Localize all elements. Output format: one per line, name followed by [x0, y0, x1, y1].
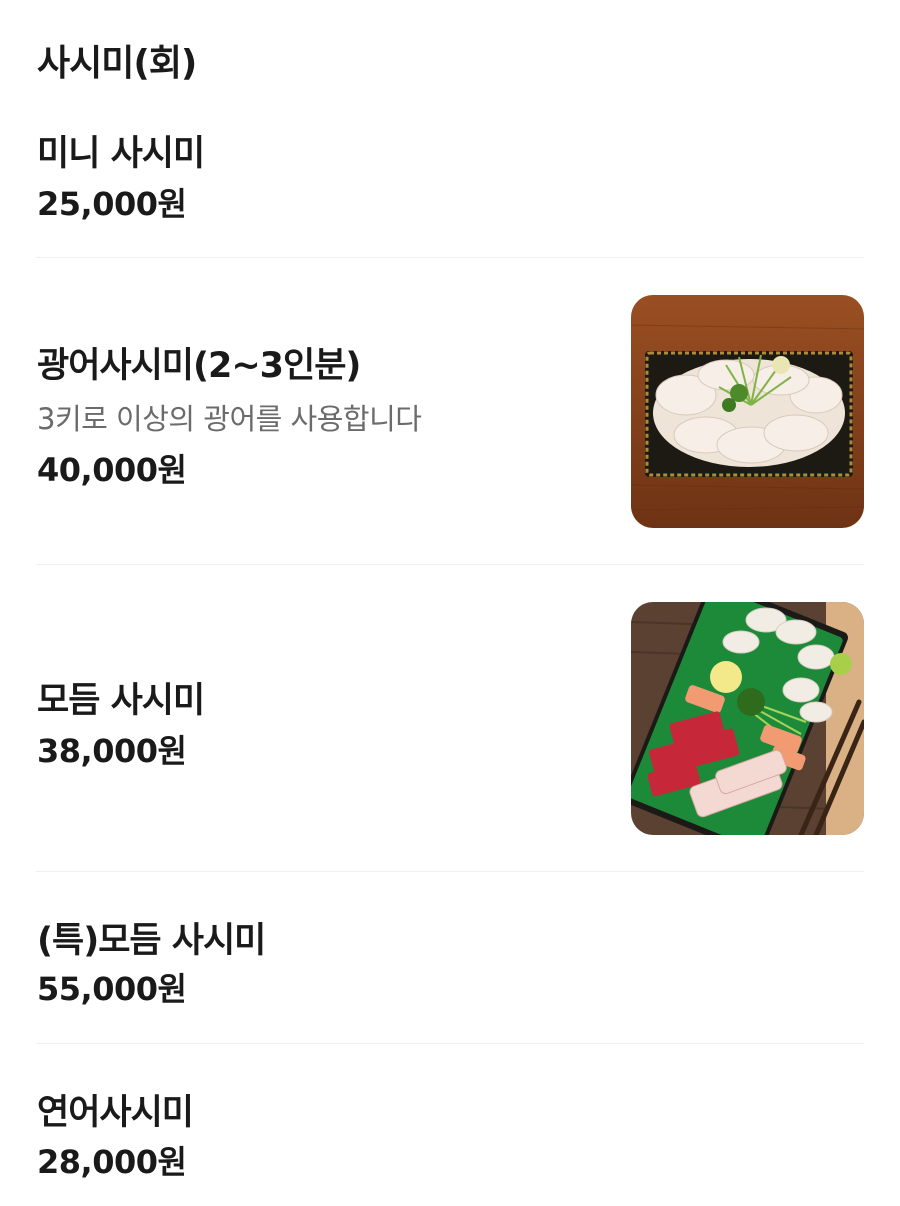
divider: [36, 871, 864, 872]
divider: [36, 564, 864, 565]
item-name: 광어사시미(2~3인분): [37, 346, 361, 386]
item-name: 연어사시미: [37, 1093, 194, 1133]
divider: [36, 1043, 864, 1044]
section-title: 사시미(회): [37, 43, 197, 84]
menu-item-assorted-sashimi[interactable]: 모듬 사시미 38,000원: [36, 602, 864, 835]
flatfish-sashimi-photo[interactable]: [631, 295, 864, 528]
menu-item-salmon-sashimi[interactable]: 연어사시미 28,000원: [36, 1080, 864, 1190]
item-name: 미니 사시미: [37, 134, 205, 174]
item-price: 38,000원: [37, 732, 187, 770]
item-price: 28,000원: [37, 1143, 187, 1181]
item-description: 3키로 이상의 광어를 사용합니다: [37, 402, 422, 436]
item-price: 55,000원: [37, 970, 187, 1008]
menu-item-mini-sashimi[interactable]: 미니 사시미 25,000원: [36, 120, 864, 230]
menu-item-flatfish-sashimi[interactable]: 광어사시미(2~3인분) 3키로 이상의 광어를 사용합니다 40,000원: [36, 295, 864, 528]
assorted-sashimi-photo[interactable]: [631, 602, 864, 835]
item-name: (특)모듬 사시미: [37, 921, 266, 961]
item-price: 25,000원: [37, 185, 187, 223]
menu-page: 사시미(회) 미니 사시미 25,000원 광어사시미(2~3인분) 3키로 이…: [0, 0, 900, 1206]
menu-item-special-assorted-sashimi[interactable]: (특)모듬 사시미 55,000원: [36, 906, 864, 1016]
item-name: 모듬 사시미: [37, 681, 205, 721]
item-price: 40,000원: [37, 451, 187, 489]
divider: [36, 257, 864, 258]
